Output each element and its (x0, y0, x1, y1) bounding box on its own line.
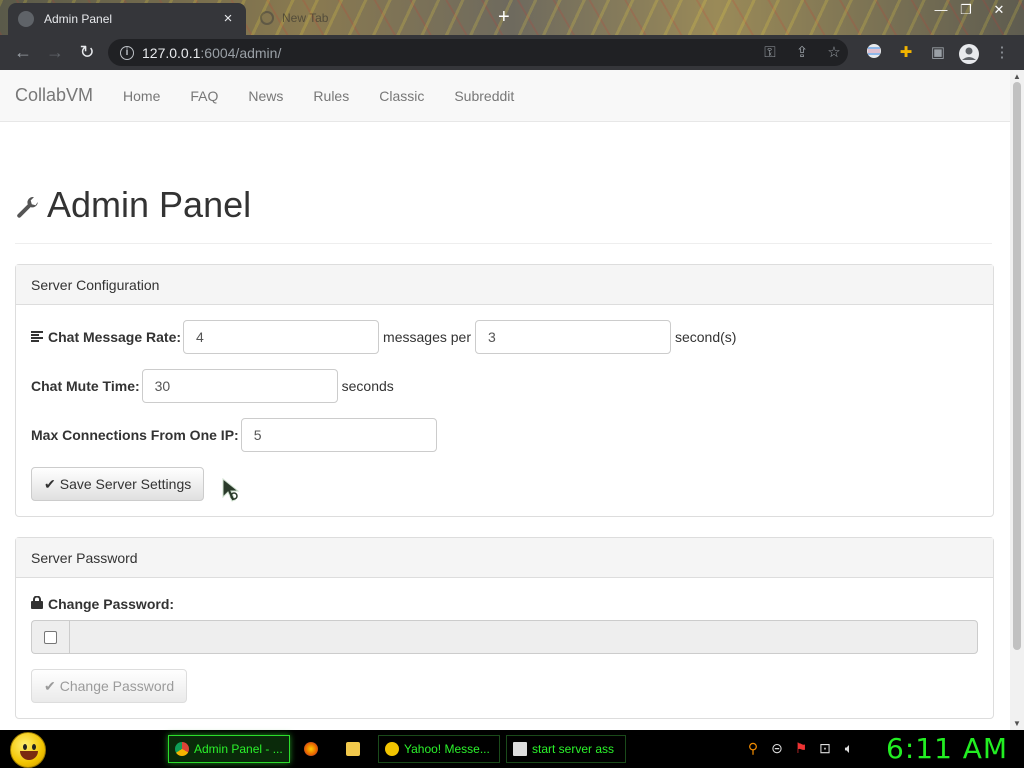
page-title: Admin Panel (47, 184, 252, 225)
tab-title: Admin Panel (44, 12, 113, 26)
new-tab-icon[interactable]: + (498, 6, 510, 28)
nav-link-faq[interactable]: FAQ (175, 88, 233, 104)
volume-icon[interactable]: 🔈︎ (840, 739, 858, 757)
taskbar-item-folder[interactable] (340, 735, 372, 763)
nav-link-home[interactable]: Home (108, 88, 175, 104)
panel-heading: Server Configuration (16, 265, 993, 305)
back-icon[interactable]: ← (12, 41, 34, 63)
server-password-panel: Server Password Change Password: ✔ Change… (15, 537, 994, 719)
server-configuration-panel: Server Configuration Chat Message Rate: … (15, 264, 994, 517)
nav-link-rules[interactable]: Rules (298, 88, 364, 104)
chat-rate-label: Chat Message Rate: (31, 329, 181, 345)
chrome-icon (175, 742, 189, 756)
close-window-icon[interactable]: ✕ (988, 2, 1010, 18)
globe-icon (18, 11, 34, 27)
wrench-icon (17, 197, 38, 218)
site-navbar: CollabVM Home FAQ News Rules Classic Sub… (0, 70, 1010, 122)
star-icon[interactable]: ☆ (824, 43, 844, 63)
nav-link-classic[interactable]: Classic (364, 88, 439, 104)
restore-icon[interactable]: ❐ (955, 2, 977, 18)
max-connections-input[interactable] (240, 418, 437, 452)
tab-title: New Tab (282, 11, 329, 25)
tab-admin-panel[interactable]: Admin Panel × (8, 3, 246, 35)
menu-icon[interactable]: ⋮ (992, 43, 1012, 63)
mouse-cursor-icon (222, 478, 240, 502)
taskbar-item-start-server[interactable]: start server ass (506, 735, 626, 763)
search-icon[interactable]: ⚲ (744, 739, 762, 757)
save-server-settings-button[interactable]: ✔ Save Server Settings (31, 467, 205, 501)
console-icon (513, 742, 527, 756)
max-connections-label: Max Connections From One IP: (31, 427, 239, 443)
flag-icon[interactable]: ⚑ (792, 739, 810, 757)
check-icon: ✔ (44, 475, 56, 492)
yahoo-messenger-icon (385, 742, 399, 756)
enable-password-checkbox[interactable] (44, 630, 57, 644)
taskbar: Admin Panel - ... Yahoo! Messe... start … (0, 730, 1024, 768)
password-input-group (31, 620, 978, 654)
reload-icon[interactable]: ↻ (76, 41, 98, 63)
url-host: 127.0.0.1 (142, 44, 201, 61)
browser-tab-strip: Admin Panel × New Tab + — ❐ ✕ (0, 0, 1024, 35)
url-path: :6004/admin/ (200, 44, 282, 61)
page-header: Admin Panel (15, 184, 992, 244)
check-icon: ✔ (44, 677, 56, 694)
forward-icon[interactable]: → (44, 41, 66, 63)
panel-heading: Server Password (16, 538, 993, 578)
page-scrollbar[interactable]: ▲ ▼ (1010, 70, 1024, 730)
key-icon[interactable]: ⚿ (760, 43, 780, 63)
mute-time-input[interactable] (141, 369, 338, 403)
lock-icon (31, 595, 43, 612)
scroll-up-icon[interactable]: ▲ (1013, 72, 1021, 81)
scroll-down-icon[interactable]: ▼ (1013, 719, 1021, 728)
seconds-paren-text: second(s) (674, 329, 737, 345)
nav-link-subreddit[interactable]: Subreddit (439, 88, 529, 104)
extension-flag-icon[interactable] (864, 43, 884, 63)
align-left-icon (31, 329, 43, 345)
minimize-icon[interactable]: — (930, 2, 952, 17)
sidepanel-icon[interactable]: ▣ (928, 43, 948, 63)
network-icon[interactable]: ⊡ (816, 739, 834, 757)
chat-rate-messages-input[interactable] (183, 320, 380, 354)
taskbar-clock: 6:11 AM (886, 732, 1009, 765)
messages-per-text: messages per (383, 329, 471, 345)
enable-password-addon (31, 620, 69, 654)
start-smiley-icon[interactable] (10, 732, 46, 768)
seconds-text: seconds (341, 378, 394, 394)
scrollbar-thumb[interactable] (1013, 82, 1021, 650)
tab-new-tab[interactable]: New Tab (252, 5, 484, 31)
taskbar-item-yahoo-messenger[interactable]: Yahoo! Messe... (378, 735, 500, 763)
globe-icon (260, 11, 274, 25)
taskbar-item-admin-panel[interactable]: Admin Panel - ... (168, 735, 290, 763)
browser-toolbar: ← → ↻ i 127.0.0.1:6004/admin/ ⚿ ⇪ ☆ ✚ ▣ … (0, 35, 1024, 70)
nav-link-news[interactable]: News (233, 88, 298, 104)
taskbar-item-firefox[interactable] (298, 735, 330, 763)
change-password-button[interactable]: ✔ Change Password (31, 669, 188, 703)
share-icon[interactable]: ⇪ (792, 43, 812, 63)
close-icon[interactable]: × (220, 11, 236, 27)
page-viewport: CollabVM Home FAQ News Rules Classic Sub… (0, 70, 1010, 730)
profile-icon[interactable] (958, 43, 979, 64)
chat-tray-icon[interactable]: ⊝ (768, 739, 786, 757)
address-bar[interactable]: i 127.0.0.1:6004/admin/ (108, 39, 848, 66)
chat-rate-seconds-input[interactable] (474, 320, 671, 354)
site-brand[interactable]: CollabVM (15, 85, 93, 106)
change-password-label: Change Password: (31, 595, 976, 612)
folder-icon (346, 742, 360, 756)
password-input[interactable] (69, 620, 978, 654)
mute-time-label: Chat Mute Time: (31, 378, 140, 394)
puzzle-icon[interactable]: ✚ (896, 43, 916, 63)
info-icon[interactable]: i (120, 45, 134, 60)
firefox-icon (304, 742, 318, 756)
